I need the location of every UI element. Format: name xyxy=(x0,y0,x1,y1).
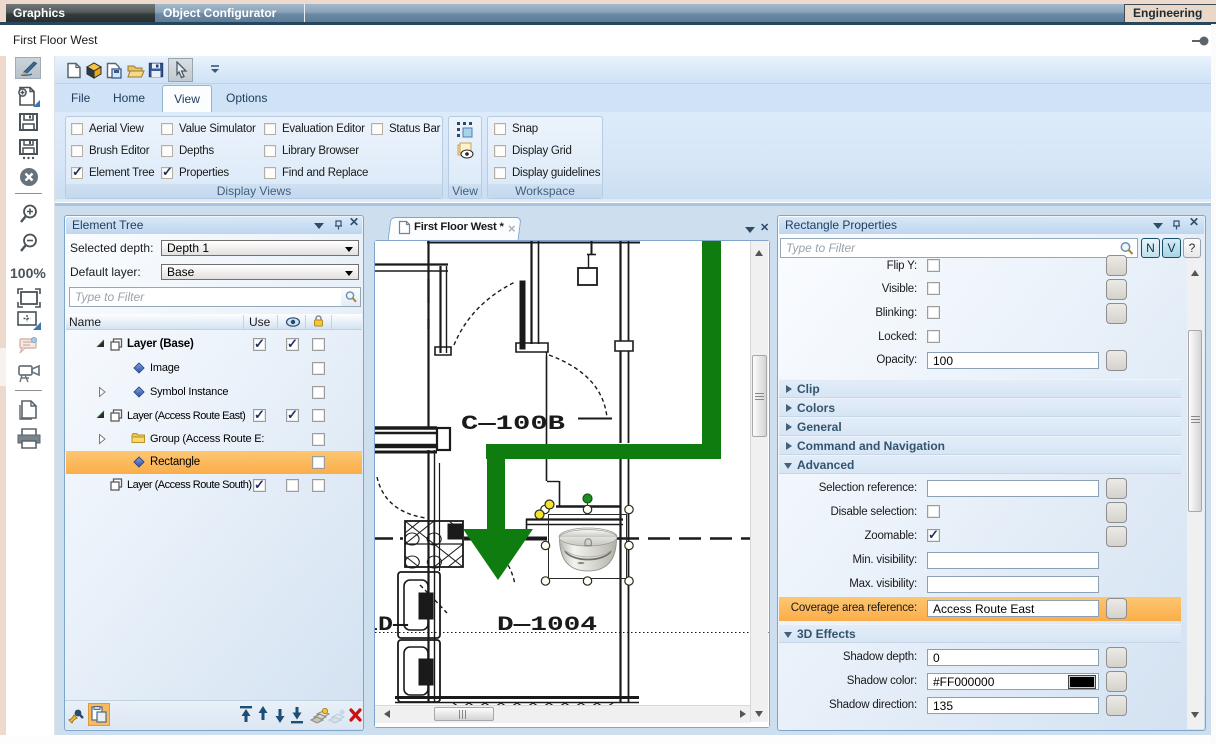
svg-text:D—1004: D—1004 xyxy=(497,613,597,636)
svg-text:C—100B: C—100B xyxy=(461,412,566,435)
svg-text:lD—: lD— xyxy=(375,613,408,636)
